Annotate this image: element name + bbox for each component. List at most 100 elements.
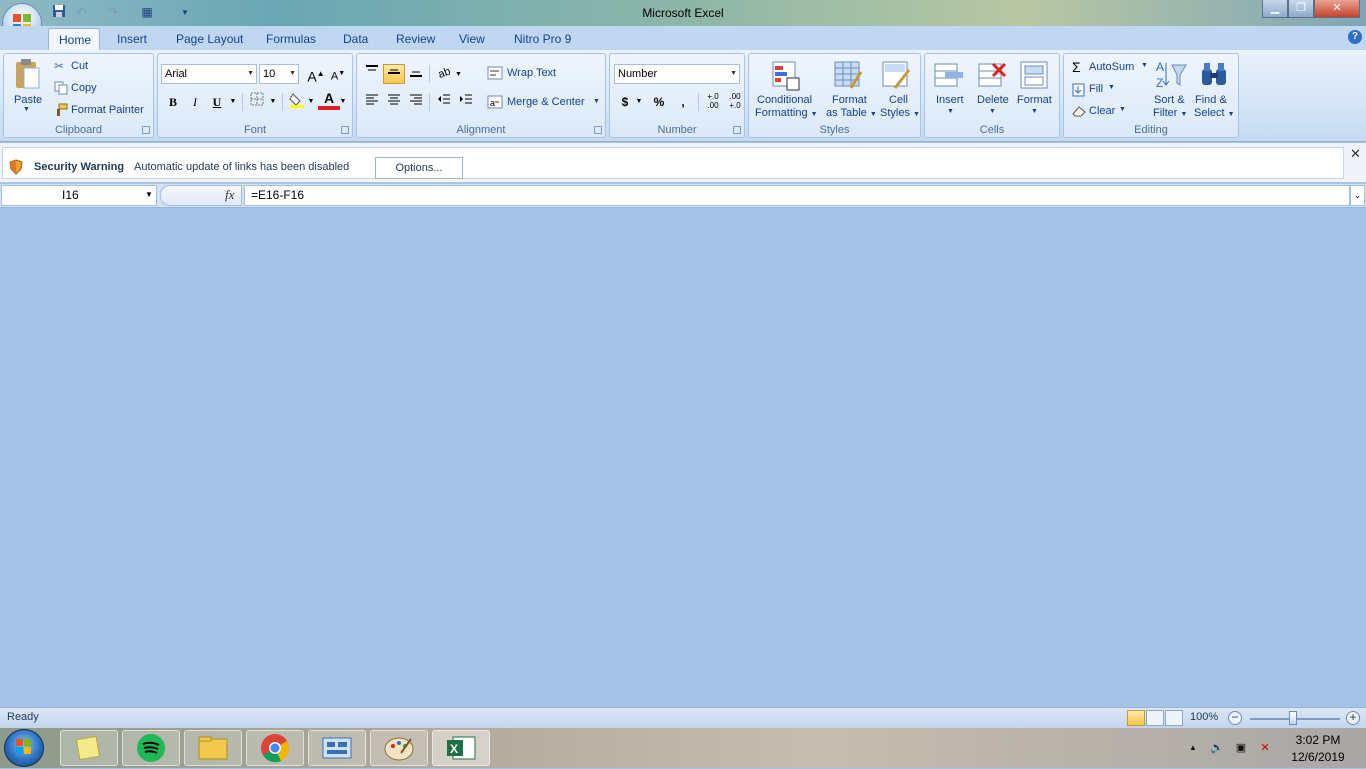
- comma-button[interactable]: ,: [672, 92, 694, 112]
- font-color-icon[interactable]: A: [318, 90, 340, 110]
- tab-nitro-pro[interactable]: Nitro Pro 9: [504, 28, 581, 50]
- normal-view-icon[interactable]: [1127, 710, 1145, 726]
- increase-indent-icon[interactable]: [455, 92, 477, 112]
- form-icon[interactable]: ▦: [138, 4, 156, 21]
- alignment-launcher-icon[interactable]: [594, 126, 602, 134]
- shrink-font-button[interactable]: A▼: [327, 64, 349, 84]
- tab-data[interactable]: Data: [333, 28, 378, 50]
- insert-cells-button[interactable]: Insert: [936, 94, 964, 106]
- cell-styles-icon[interactable]: [881, 60, 911, 95]
- font-family-combo[interactable]: Arial ▼: [161, 64, 257, 84]
- format-as-table-label-2[interactable]: as Table ▼: [826, 107, 877, 119]
- zoom-level[interactable]: 100%: [1190, 711, 1218, 723]
- undo-icon[interactable]: ↶: [72, 4, 90, 21]
- tab-home[interactable]: Home: [48, 28, 100, 50]
- cut-button[interactable]: Cut: [71, 60, 88, 72]
- fill-color-icon[interactable]: [286, 92, 308, 112]
- merge-dropdown-icon[interactable]: ▼: [593, 98, 600, 105]
- fill-color-dropdown-icon[interactable]: ▼: [306, 92, 316, 112]
- format-as-table-label-1[interactable]: Format: [832, 94, 867, 106]
- increase-decimal-button[interactable]: +.0 .00: [702, 92, 724, 112]
- tab-formulas[interactable]: Formulas: [256, 28, 326, 50]
- delete-dropdown-icon[interactable]: ▼: [989, 108, 996, 115]
- clock-time[interactable]: 3:02 PM: [1280, 733, 1356, 747]
- insert-function-icon[interactable]: fx: [225, 187, 234, 203]
- cell-styles-label-2[interactable]: Styles ▼: [880, 107, 920, 119]
- decrease-decimal-button[interactable]: .00 +.0: [724, 92, 746, 112]
- italic-button[interactable]: I: [184, 92, 206, 112]
- taskbar-paint[interactable]: [370, 730, 428, 766]
- autosum-dropdown-icon[interactable]: ▼: [1141, 62, 1148, 69]
- page-break-view-icon[interactable]: [1165, 710, 1183, 726]
- format-cells-icon[interactable]: [1019, 60, 1051, 95]
- page-layout-view-icon[interactable]: [1146, 710, 1164, 726]
- find-select-icon[interactable]: [1198, 59, 1230, 94]
- tab-insert[interactable]: Insert: [107, 28, 157, 50]
- align-left-icon[interactable]: [361, 92, 383, 112]
- formula-input[interactable]: =E16-F16: [244, 185, 1350, 206]
- borders-icon[interactable]: [246, 92, 268, 112]
- clear-button[interactable]: Clear: [1089, 105, 1115, 117]
- merge-center-button[interactable]: Merge & Center: [507, 96, 585, 108]
- wrap-text-button[interactable]: Wrap Text: [507, 67, 556, 79]
- decrease-indent-icon[interactable]: [433, 92, 455, 112]
- percent-button[interactable]: %: [648, 92, 670, 112]
- taskbar-excel[interactable]: X: [432, 730, 490, 766]
- delete-cells-icon[interactable]: [977, 60, 1009, 95]
- wrap-text-icon[interactable]: [487, 66, 503, 83]
- minimize-button[interactable]: ▁: [1262, 0, 1288, 18]
- font-launcher-icon[interactable]: [341, 126, 349, 134]
- align-top-icon[interactable]: [361, 64, 383, 84]
- paste-icon[interactable]: [13, 58, 41, 93]
- eraser-icon[interactable]: [1072, 105, 1086, 120]
- insert-cells-icon[interactable]: [933, 60, 965, 95]
- format-as-table-icon[interactable]: [833, 60, 863, 95]
- find-select-label-1[interactable]: Find &: [1195, 94, 1227, 106]
- underline-dropdown-icon[interactable]: ▼: [228, 92, 238, 112]
- taskbar-spotify[interactable]: [122, 730, 180, 766]
- start-button[interactable]: [4, 729, 44, 767]
- expand-formula-bar-icon[interactable]: ⌄: [1350, 185, 1365, 206]
- help-icon[interactable]: ?: [1348, 30, 1362, 44]
- copy-icon[interactable]: [54, 81, 68, 98]
- taskbar-notes-app[interactable]: [60, 730, 118, 766]
- clipboard-launcher-icon[interactable]: [142, 126, 150, 134]
- number-format-combo[interactable]: Number ▼: [614, 64, 740, 84]
- chevron-down-icon[interactable]: ▼: [145, 190, 153, 199]
- cut-icon[interactable]: ✂: [54, 59, 64, 73]
- autosum-button[interactable]: AutoSum: [1089, 61, 1134, 73]
- orientation-icon[interactable]: ab ▼: [435, 64, 465, 84]
- name-box[interactable]: I16: [1, 185, 157, 206]
- close-button[interactable]: ✕: [1314, 0, 1360, 18]
- clear-dropdown-icon[interactable]: ▼: [1119, 106, 1126, 113]
- underline-button[interactable]: U: [206, 92, 228, 112]
- zoom-slider-thumb[interactable]: [1289, 711, 1297, 725]
- clock-date[interactable]: 12/6/2019: [1280, 750, 1356, 764]
- zoom-out-icon[interactable]: −: [1228, 711, 1242, 725]
- paste-dropdown-icon[interactable]: ▼: [23, 106, 30, 113]
- autosum-icon[interactable]: Σ: [1072, 59, 1081, 75]
- close-icon[interactable]: ✕: [1350, 146, 1362, 161]
- maximize-button[interactable]: ❐: [1288, 0, 1314, 18]
- tab-page-layout[interactable]: Page Layout: [166, 28, 253, 50]
- grow-font-button[interactable]: A▲: [305, 64, 327, 85]
- bold-button[interactable]: B: [162, 92, 184, 112]
- format-cells-button[interactable]: Format: [1017, 94, 1052, 106]
- action-center-icon[interactable]: ✕: [1258, 741, 1272, 755]
- redo-icon[interactable]: ↷: [104, 4, 122, 21]
- taskbar-file-explorer[interactable]: [184, 730, 242, 766]
- merge-center-icon[interactable]: a: [487, 95, 503, 112]
- fill-button[interactable]: Fill: [1089, 83, 1103, 95]
- borders-dropdown-icon[interactable]: ▼: [268, 92, 278, 112]
- zoom-in-icon[interactable]: +: [1346, 711, 1360, 725]
- network-icon[interactable]: ▣: [1234, 741, 1248, 755]
- sort-filter-icon[interactable]: AZ: [1156, 59, 1188, 94]
- align-middle-icon[interactable]: [383, 64, 405, 84]
- sort-filter-label-1[interactable]: Sort &: [1154, 94, 1185, 106]
- taskbar-chrome[interactable]: [246, 730, 304, 766]
- copy-button[interactable]: Copy: [71, 82, 97, 94]
- volume-icon[interactable]: 🔈: [1210, 741, 1224, 755]
- fill-icon[interactable]: [1072, 83, 1085, 100]
- find-select-label-2[interactable]: Select ▼: [1194, 107, 1235, 119]
- format-dropdown-icon[interactable]: ▼: [1031, 108, 1038, 115]
